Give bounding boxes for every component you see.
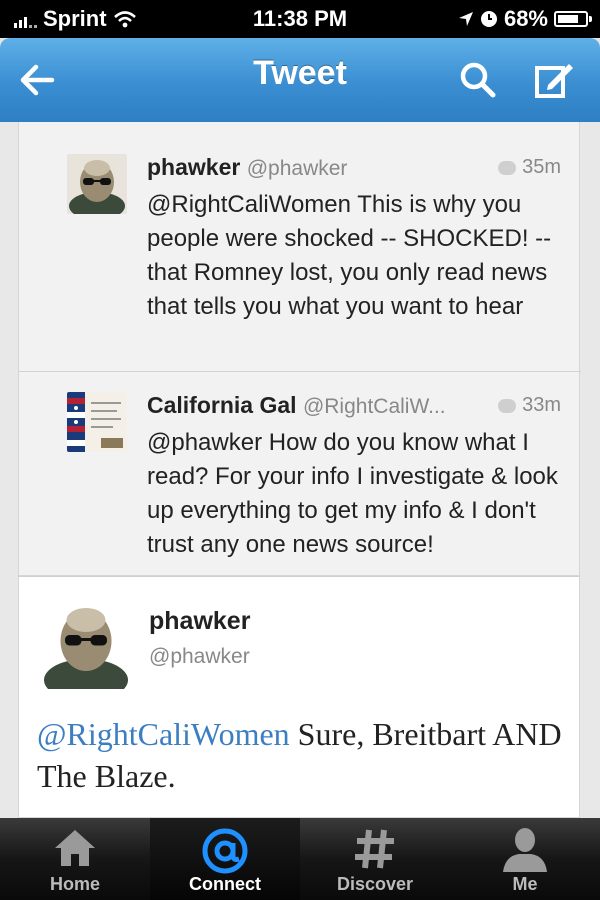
at-icon bbox=[202, 828, 248, 874]
reply-author[interactable]: California Gal @RightCaliW... bbox=[147, 392, 446, 419]
tab-connect[interactable]: Connect bbox=[150, 818, 300, 900]
location-icon bbox=[458, 12, 473, 26]
reply-author-handle: @RightCaliW... bbox=[302, 395, 446, 418]
status-bar: Sprint 11:38 PM 68% bbox=[0, 0, 600, 38]
replies-card: phawker @phawker 35m @RightCaliWomen Thi… bbox=[18, 122, 581, 576]
clock-icon bbox=[480, 11, 497, 27]
tab-label: Connect bbox=[189, 874, 261, 894]
tab-bar: Home Connect Discover Me bbox=[0, 818, 600, 900]
tab-me[interactable]: Me bbox=[450, 818, 600, 900]
person-icon bbox=[503, 828, 547, 872]
reply-author-handle: @phawker bbox=[246, 157, 348, 180]
search-button[interactable] bbox=[456, 58, 500, 102]
reply-author[interactable]: phawker @phawker bbox=[147, 154, 347, 181]
franklin-avatar-image bbox=[41, 599, 131, 689]
main-tweet-card: phawker @phawker @RightCaliWomen Sure, B… bbox=[18, 576, 580, 818]
tweet-text: @RightCaliWomen Sure, Breitbart AND The … bbox=[37, 713, 567, 797]
compose-icon bbox=[535, 64, 573, 98]
avatar[interactable] bbox=[41, 599, 131, 689]
compose-button[interactable] bbox=[532, 58, 576, 102]
hashtag-icon bbox=[355, 829, 394, 869]
reply-item[interactable]: California Gal @RightCaliW... 33m @phawk… bbox=[19, 374, 581, 574]
reply-author-name: phawker bbox=[147, 154, 241, 180]
reply-time-label: 33m bbox=[522, 394, 561, 416]
tab-label: Me bbox=[512, 874, 538, 894]
status-right: 68% bbox=[458, 6, 592, 32]
reply-text: @phawker How do you know what I read? Fo… bbox=[147, 429, 558, 558]
nav-bar: Tweet bbox=[0, 38, 600, 123]
tab-label: Discover bbox=[336, 874, 414, 894]
reply-author-name: California Gal bbox=[147, 392, 297, 418]
page-title: Tweet bbox=[253, 54, 347, 92]
avatar[interactable] bbox=[67, 154, 127, 214]
tweet-author-name[interactable]: phawker bbox=[149, 607, 250, 636]
comment-bubble-icon bbox=[498, 160, 517, 175]
tab-home[interactable]: Home bbox=[0, 818, 150, 900]
reply-item[interactable]: phawker @phawker 35m @RightCaliWomen Thi… bbox=[19, 136, 581, 372]
battery-icon bbox=[554, 11, 592, 27]
tweet-content[interactable]: phawker @phawker 35m @RightCaliWomen Thi… bbox=[0, 122, 600, 818]
comment-bubble-icon bbox=[498, 398, 517, 413]
search-icon bbox=[460, 62, 496, 98]
reply-time: 35m bbox=[498, 156, 561, 179]
mention-link[interactable]: @RightCaliWomen bbox=[37, 716, 290, 752]
tab-discover[interactable]: Discover bbox=[300, 818, 450, 900]
flag-avatar-image bbox=[67, 392, 127, 452]
battery-percent: 68% bbox=[503, 6, 548, 31]
reply-text: @RightCaliWomen This is why you people w… bbox=[147, 191, 552, 320]
reply-time-label: 35m bbox=[522, 156, 561, 178]
home-icon bbox=[55, 830, 95, 866]
tab-label: Home bbox=[49, 874, 100, 894]
avatar[interactable] bbox=[67, 392, 127, 452]
tweet-author-handle[interactable]: @phawker bbox=[149, 645, 250, 669]
franklin-avatar-image bbox=[67, 154, 127, 214]
reply-time: 33m bbox=[498, 394, 561, 417]
